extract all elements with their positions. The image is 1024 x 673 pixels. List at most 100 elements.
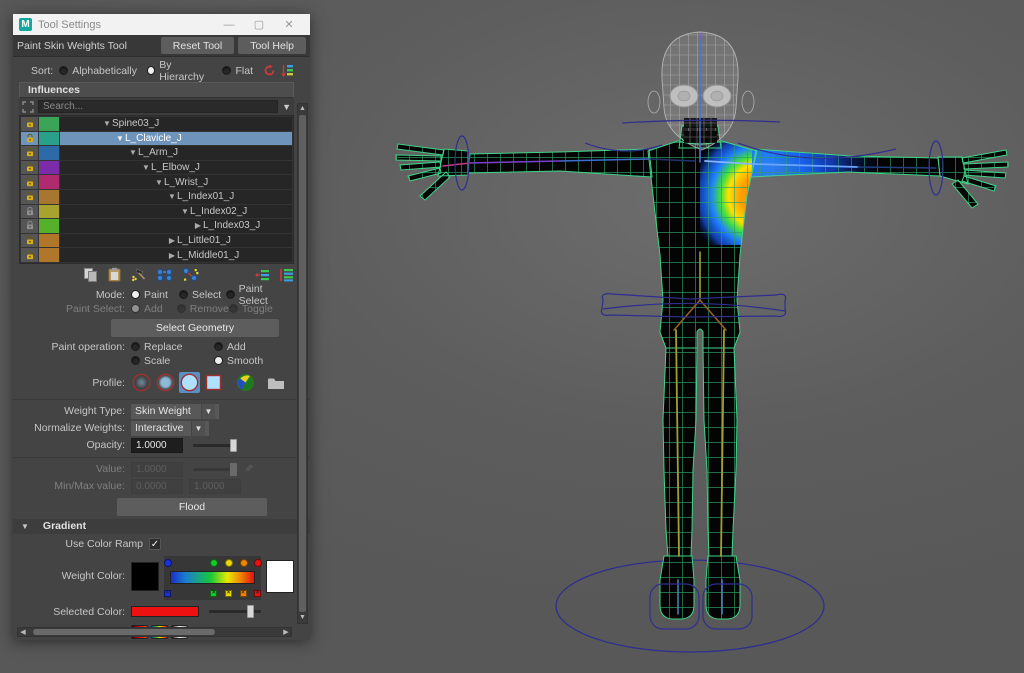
expand-arrow[interactable]: ▼ <box>128 148 138 157</box>
expand-arrow[interactable]: ▼ <box>154 178 164 187</box>
expand-arrow[interactable]: ▶ <box>167 236 177 245</box>
value-slider[interactable] <box>193 468 237 471</box>
op-scale[interactable]: Scale <box>131 355 214 367</box>
title-bar[interactable]: M Tool Settings — ▢ ✕ <box>13 14 310 35</box>
joint-row[interactable]: ▶L_Middle01_J <box>21 248 292 262</box>
expand-arrow[interactable]: ▼ <box>167 192 177 201</box>
ramp-stop-delete[interactable]: ✕ <box>210 590 217 597</box>
normalize-weights-dropdown[interactable]: Interactive▼ <box>131 421 209 436</box>
expand-arrow[interactable]: ▶ <box>167 251 177 260</box>
list-compact-icon[interactable] <box>255 268 270 282</box>
ramp-stop[interactable] <box>210 559 218 567</box>
mode-select[interactable]: Select <box>179 289 226 301</box>
copy-weights-icon[interactable] <box>83 267 98 282</box>
influence-color-swatch[interactable] <box>39 117 59 131</box>
max-value-input[interactable] <box>189 479 241 494</box>
horizontal-scroll-thumb[interactable] <box>33 629 215 635</box>
op-add[interactable]: Add <box>214 341 294 353</box>
influences-tab[interactable]: Influences <box>19 82 294 98</box>
mode-paint[interactable]: Paint <box>131 289 179 301</box>
joint-row[interactable]: ▼Spine03_J <box>21 117 292 131</box>
selected-color-slider[interactable] <box>209 610 261 613</box>
weight-type-dropdown[interactable]: Skin Weight▼ <box>131 404 219 419</box>
ramp-stop[interactable] <box>254 559 262 567</box>
influence-color-swatch[interactable] <box>39 190 59 204</box>
expand-arrow[interactable]: ▶ <box>193 221 203 230</box>
ramp-stop-delete[interactable]: ✕ <box>254 590 261 597</box>
joint-row[interactable]: ▼L_Index02_J <box>21 205 292 219</box>
search-input[interactable] <box>38 100 278 113</box>
value-input[interactable] <box>131 462 183 477</box>
joint-row[interactable]: ▶L_Index03_J <box>21 219 292 233</box>
ramp-stop[interactable] <box>225 559 233 567</box>
paste-weights-icon[interactable] <box>107 267 122 282</box>
close-button[interactable]: ✕ <box>274 18 304 31</box>
select-geometry-button[interactable]: Select Geometry <box>111 319 279 337</box>
maximize-button[interactable]: ▢ <box>244 18 274 31</box>
paint-select-add[interactable]: Add <box>131 303 177 315</box>
joint-row[interactable]: ▼L_Arm_J <box>21 146 292 160</box>
weight-color-swatch[interactable] <box>131 562 159 591</box>
joint-row[interactable]: ▼L_Elbow_J <box>21 161 292 175</box>
joint-row[interactable]: ▶L_Little01_J <box>21 234 292 248</box>
op-smooth[interactable]: Smooth <box>214 355 294 367</box>
refresh-icon[interactable] <box>263 64 276 77</box>
brush-hard-icon[interactable] <box>179 372 200 393</box>
flood-button[interactable]: Flood <box>117 498 267 516</box>
chevron-down-icon[interactable]: ▼ <box>282 102 291 112</box>
sort-flat[interactable]: Flat <box>222 65 253 77</box>
ramp-stop[interactable] <box>240 559 248 567</box>
influence-color-swatch[interactable] <box>39 248 59 262</box>
expand-arrow[interactable]: ▼ <box>115 134 125 143</box>
brush-medium-icon[interactable] <box>155 372 176 393</box>
browse-folder-icon[interactable] <box>265 372 286 393</box>
paint-select-toggle[interactable]: Toggle <box>229 303 294 315</box>
ramp-stop-delete[interactable]: ✕ <box>164 590 171 597</box>
brush-ramp-sphere-icon[interactable] <box>235 372 256 393</box>
opacity-input[interactable] <box>131 438 183 453</box>
ramp-stop-delete[interactable]: ✕ <box>240 590 247 597</box>
reset-tool-button[interactable]: Reset Tool <box>161 37 234 54</box>
use-color-ramp-checkbox[interactable]: ✓ <box>149 538 161 550</box>
expand-arrow[interactable]: ▼ <box>141 163 151 172</box>
selected-color-swatch[interactable] <box>131 606 199 617</box>
joint-row[interactable]: ▼L_Wrist_J <box>21 175 292 189</box>
influence-color-swatch[interactable] <box>39 205 59 219</box>
expand-arrow[interactable]: ▼ <box>180 207 190 216</box>
select-marquee-icon[interactable] <box>22 101 34 113</box>
paint-select-remove[interactable]: Remove <box>177 303 229 315</box>
opacity-slider[interactable] <box>193 444 237 447</box>
horizontal-scrollbar[interactable]: ◀ ▶ <box>17 627 292 637</box>
show-influenced-verts-icon[interactable] <box>182 267 199 282</box>
hammer-weights-icon[interactable] <box>131 267 147 282</box>
minimize-button[interactable]: — <box>214 19 244 31</box>
tool-help-button[interactable]: Tool Help <box>238 37 306 54</box>
move-influences-icon[interactable] <box>156 267 173 282</box>
gradient-section-header[interactable]: ▼ Gradient <box>13 519 310 534</box>
color-ramp-widget[interactable]: ✕ ✕ ✕ ✕ ✕ <box>164 556 261 600</box>
ramp-stop-delete[interactable]: ✕ <box>225 590 232 597</box>
vertical-scroll-thumb[interactable] <box>299 115 306 612</box>
sort-alphabetically[interactable]: Alphabetically <box>59 65 137 77</box>
ramp-end-color-swatch[interactable] <box>266 560 294 593</box>
pencil-icon[interactable]: ✎ <box>245 464 253 475</box>
influence-color-swatch[interactable] <box>39 175 59 189</box>
op-replace[interactable]: Replace <box>131 341 214 353</box>
list-expanded-icon[interactable] <box>279 268 294 282</box>
influence-color-swatch[interactable] <box>39 161 59 175</box>
color-ramp-bar[interactable] <box>170 571 255 584</box>
influence-color-swatch[interactable] <box>39 219 59 233</box>
min-value-input[interactable] <box>131 479 183 494</box>
vertical-scrollbar[interactable]: ▲ ▼ <box>297 103 308 624</box>
ramp-stop[interactable] <box>164 559 172 567</box>
sort-by-hierarchy[interactable]: By Hierarchy <box>147 59 213 83</box>
influence-color-swatch[interactable] <box>39 146 59 160</box>
brush-soft-icon[interactable] <box>131 372 152 393</box>
influence-color-swatch[interactable] <box>39 234 59 248</box>
joint-row[interactable]: ▼L_Index01_J <box>21 190 292 204</box>
joint-row[interactable]: ▼L_Clavicle_J <box>21 132 292 146</box>
brush-square-icon[interactable] <box>203 372 224 393</box>
sort-list-icon[interactable] <box>281 64 294 77</box>
influence-color-swatch[interactable] <box>39 132 59 146</box>
expand-arrow[interactable]: ▼ <box>102 119 112 128</box>
